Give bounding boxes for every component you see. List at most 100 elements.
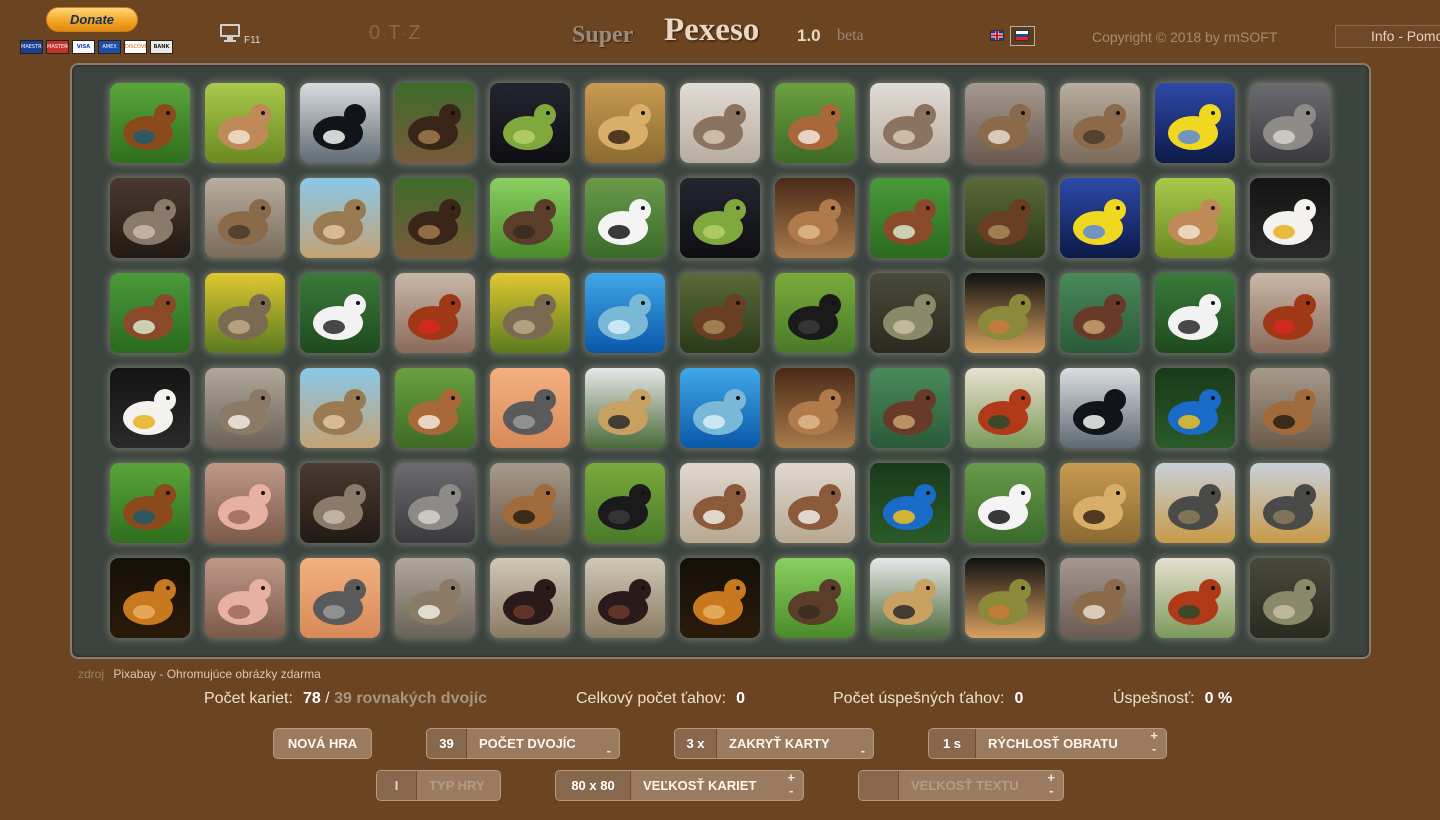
- card-wolf[interactable]: [300, 463, 380, 543]
- card-seal[interactable]: [300, 558, 380, 638]
- english-flag-icon[interactable]: [990, 30, 1004, 41]
- card-beaver[interactable]: [775, 558, 855, 638]
- card-spoonbill[interactable]: [300, 273, 380, 353]
- card-spoonbill[interactable]: [1155, 273, 1235, 353]
- card-pig[interactable]: [205, 463, 285, 543]
- card-lizard[interactable]: [965, 558, 1045, 638]
- card-parrot[interactable]: [870, 463, 950, 543]
- card-parrot[interactable]: [1155, 368, 1235, 448]
- card-antelope[interactable]: [775, 83, 855, 163]
- fullscreen-monitor-icon[interactable]: [219, 22, 241, 44]
- card-dog[interactable]: [490, 463, 570, 543]
- card-cougar[interactable]: [1155, 178, 1235, 258]
- card-dolphin[interactable]: [680, 368, 760, 448]
- card-snake[interactable]: [870, 273, 950, 353]
- card-beetle[interactable]: [110, 273, 190, 353]
- pairs-count-control[interactable]: 39 POČET DVOJÍC -: [426, 728, 620, 759]
- card-size-stepper[interactable]: + -: [787, 771, 795, 797]
- card-dolphin[interactable]: [585, 273, 665, 353]
- minus-icon[interactable]: -: [861, 744, 865, 757]
- card-cheetah[interactable]: [1060, 463, 1140, 543]
- card-leopard[interactable]: [870, 558, 950, 638]
- card-koala[interactable]: [395, 463, 475, 543]
- card-hyena[interactable]: [1060, 83, 1140, 163]
- card-pheasant[interactable]: [110, 83, 190, 163]
- game-type-control[interactable]: I TYP HRY: [376, 770, 501, 801]
- slovak-flag-icon[interactable]: [1015, 30, 1029, 41]
- text-size-control[interactable]: VEĽKOSŤ TEXTU + -: [858, 770, 1064, 801]
- card-beetle[interactable]: [870, 178, 950, 258]
- card-lizard[interactable]: [965, 273, 1045, 353]
- card-stork[interactable]: [585, 178, 665, 258]
- card-turtle[interactable]: [870, 368, 950, 448]
- card-porcupine[interactable]: [775, 463, 855, 543]
- card-ground-squirrel[interactable]: [300, 368, 380, 448]
- card-pig[interactable]: [205, 558, 285, 638]
- card-eagle[interactable]: [1250, 178, 1330, 258]
- card-cheetah[interactable]: [585, 83, 665, 163]
- card-cat[interactable]: [1060, 558, 1140, 638]
- card-hedgehog[interactable]: [680, 83, 760, 163]
- card-pheasant[interactable]: [110, 463, 190, 543]
- minus-icon[interactable]: -: [1047, 784, 1055, 797]
- donate-button[interactable]: Donate: [46, 7, 138, 32]
- card-rooster[interactable]: [965, 368, 1045, 448]
- card-hedgehog[interactable]: [870, 83, 950, 163]
- card-yellow-fish[interactable]: [1060, 178, 1140, 258]
- card-hen[interactable]: [395, 273, 475, 353]
- card-rabbit[interactable]: [205, 273, 285, 353]
- card-porcupine[interactable]: [680, 463, 760, 543]
- pixabay-link[interactable]: Pixabay - Ohromujúce obrázky zdarma: [113, 667, 320, 681]
- card-frog[interactable]: [680, 178, 760, 258]
- card-wildebeest[interactable]: [1155, 463, 1235, 543]
- flip-speed-stepper[interactable]: + -: [1150, 729, 1158, 755]
- card-yellow-fish[interactable]: [1155, 83, 1235, 163]
- card-moose[interactable]: [395, 83, 475, 163]
- card-snake[interactable]: [1250, 558, 1330, 638]
- card-cat[interactable]: [965, 83, 1045, 163]
- card-moose[interactable]: [395, 178, 475, 258]
- card-crow[interactable]: [585, 463, 665, 543]
- minus-icon[interactable]: -: [1150, 742, 1158, 755]
- card-eagle[interactable]: [110, 368, 190, 448]
- card-beaver[interactable]: [490, 178, 570, 258]
- card-falcon[interactable]: [395, 558, 475, 638]
- card-turtle[interactable]: [1060, 273, 1140, 353]
- card-wildebeest[interactable]: [1250, 463, 1330, 543]
- card-stag-beetle[interactable]: [585, 558, 665, 638]
- card-rabbit[interactable]: [490, 273, 570, 353]
- card-falcon[interactable]: [205, 368, 285, 448]
- card-koala[interactable]: [1250, 83, 1330, 163]
- flip-speed-control[interactable]: 1 s RÝCHLOSŤ OBRATU + -: [928, 728, 1167, 759]
- card-cow[interactable]: [965, 178, 1045, 258]
- card-stag-beetle[interactable]: [490, 558, 570, 638]
- card-mouse[interactable]: [775, 178, 855, 258]
- card-rooster[interactable]: [1155, 558, 1235, 638]
- hide-cards-control[interactable]: 3 x ZAKRYŤ KARTY -: [674, 728, 874, 759]
- card-orca[interactable]: [1060, 368, 1140, 448]
- otz-indicator[interactable]: 0·T·Z: [369, 22, 423, 45]
- card-orca[interactable]: [300, 83, 380, 163]
- card-hen[interactable]: [1250, 273, 1330, 353]
- new-game-button[interactable]: NOVÁ HRA: [273, 728, 372, 759]
- card-crow[interactable]: [775, 273, 855, 353]
- pairs-count-stepper[interactable]: -: [607, 729, 611, 757]
- card-stork[interactable]: [965, 463, 1045, 543]
- minus-icon[interactable]: -: [787, 784, 795, 797]
- card-antelope[interactable]: [395, 368, 475, 448]
- card-frog[interactable]: [490, 83, 570, 163]
- card-leopard[interactable]: [585, 368, 665, 448]
- card-wolf[interactable]: [110, 178, 190, 258]
- card-ground-squirrel[interactable]: [300, 178, 380, 258]
- card-dog[interactable]: [1250, 368, 1330, 448]
- text-size-stepper[interactable]: + -: [1047, 771, 1055, 797]
- card-hyena[interactable]: [205, 178, 285, 258]
- card-seal[interactable]: [490, 368, 570, 448]
- card-cow[interactable]: [680, 273, 760, 353]
- card-cougar[interactable]: [205, 83, 285, 163]
- card-mouse[interactable]: [775, 368, 855, 448]
- info-help-button[interactable]: Info - Pomoc: [1335, 25, 1440, 48]
- card-lion[interactable]: [110, 558, 190, 638]
- card-lion[interactable]: [680, 558, 760, 638]
- hide-cards-stepper[interactable]: -: [861, 729, 865, 757]
